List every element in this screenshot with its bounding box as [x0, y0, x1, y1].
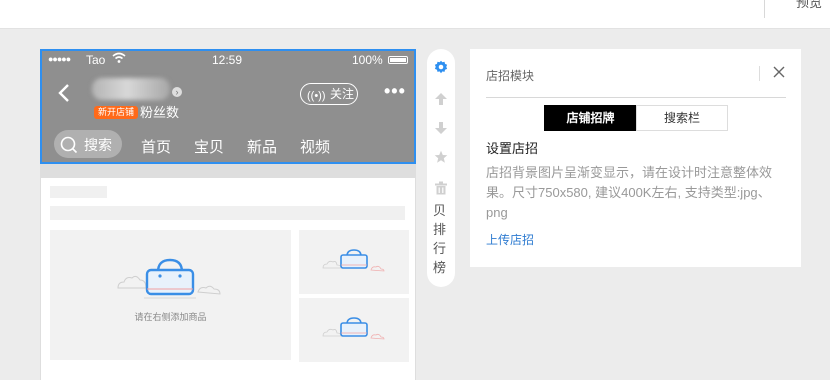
- panel-divider: [759, 66, 760, 81]
- shopping-bag-icon: [117, 258, 221, 299]
- search-icon: [60, 136, 78, 154]
- status-bar: ●●●●● Tao 12:59 100%: [42, 51, 414, 69]
- signal-dots: ●●●●●: [48, 54, 71, 64]
- tab-video[interactable]: 视频: [300, 136, 330, 157]
- ranking-label: 贝排行榜: [433, 203, 447, 275]
- arrow-up-icon[interactable]: [434, 92, 448, 106]
- empty-product-card-small: [299, 298, 409, 362]
- tab-search-bar[interactable]: 搜索栏: [636, 105, 728, 131]
- tab-shop-sign[interactable]: 店铺招牌: [544, 105, 637, 131]
- tab-new-items[interactable]: 新品: [247, 136, 277, 157]
- shop-header-preview[interactable]: ●●●●● Tao 12:59 100% › 新开店铺 粉丝数 ((•)) 关注…: [40, 49, 416, 164]
- gear-icon[interactable]: [434, 60, 448, 74]
- arrow-down-icon[interactable]: [434, 121, 448, 135]
- follow-label: 关注: [330, 87, 355, 101]
- empty-product-card-small: [299, 230, 409, 294]
- panel-title: 店招模块: [486, 69, 535, 83]
- broadcast-icon: ((•)): [307, 90, 326, 102]
- preview-button[interactable]: 预览: [796, 0, 822, 11]
- wifi-icon: [112, 52, 126, 63]
- follow-button[interactable]: ((•)) 关注: [300, 83, 358, 105]
- carrier-label: Tao: [86, 53, 106, 67]
- product-module[interactable]: 请在右侧添加商品: [41, 178, 415, 380]
- skeleton-title: [50, 186, 107, 198]
- shop-search-button[interactable]: 搜索: [54, 130, 122, 158]
- new-shop-badge: 新开店铺: [94, 106, 139, 119]
- section-heading: 设置店招: [486, 141, 539, 156]
- back-arrow-icon[interactable]: [56, 83, 72, 103]
- upload-shop-sign-link[interactable]: 上传店招: [486, 231, 534, 248]
- trash-icon[interactable]: [434, 181, 448, 195]
- more-icon[interactable]: •••: [384, 81, 406, 102]
- fans-count-label: 粉丝数: [140, 105, 180, 120]
- module-settings-panel: 店招模块 店铺招牌 搜索栏 设置店招 店招背景图片呈渐变显示，请在设计时注意整体…: [470, 49, 801, 267]
- shop-info-arrow-icon[interactable]: ›: [172, 87, 182, 97]
- empty-product-card: 请在右侧添加商品: [50, 230, 291, 360]
- shopping-bag-icon: [322, 249, 385, 272]
- skeleton-bar: [50, 206, 405, 220]
- close-icon[interactable]: [772, 65, 786, 79]
- star-icon[interactable]: [434, 150, 448, 164]
- product-area: 请在右侧添加商品: [40, 164, 416, 380]
- battery-icon: [388, 56, 408, 64]
- shop-sign-description: 店招背景图片呈渐变显示，请在设计时注意整体效果。尺寸750x580, 建议400…: [486, 165, 773, 220]
- clock: 12:59: [212, 53, 243, 67]
- tab-items[interactable]: 宝贝: [194, 136, 224, 157]
- empty-product-hint: 请在右侧添加商品: [134, 312, 207, 322]
- shop-name-blurred: [92, 78, 170, 100]
- panel-separator: [486, 97, 786, 98]
- top-divider: [764, 0, 765, 18]
- battery-percent: 100%: [352, 53, 383, 67]
- search-label: 搜索: [84, 137, 112, 153]
- tab-home[interactable]: 首页: [141, 136, 171, 157]
- shopping-bag-icon: [322, 317, 385, 340]
- top-bar: 预览: [0, 0, 830, 29]
